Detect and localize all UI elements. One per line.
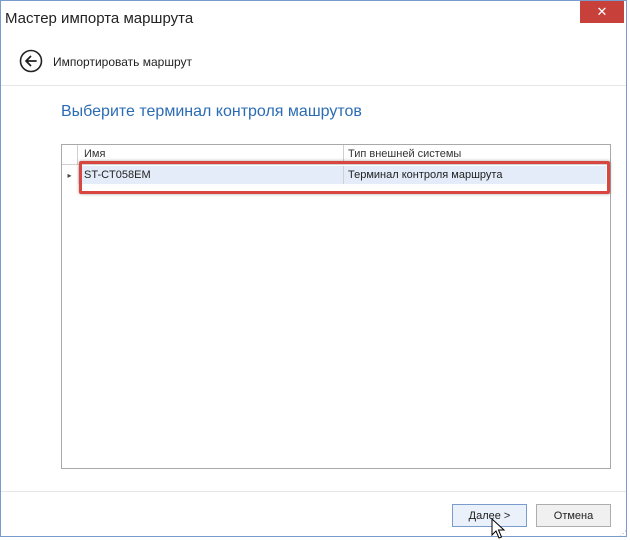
page-heading: Выберите терминал контроля машрутов <box>61 103 362 120</box>
column-header-name[interactable]: Имя <box>84 148 105 160</box>
close-button[interactable]: ✕ <box>580 1 624 23</box>
title-bar: Мастер импорта маршрута ✕ <box>1 1 626 38</box>
import-route-wizard-window: Мастер импорта маршрута ✕ Импортировать … <box>0 0 627 539</box>
row-indicator-icon: ▸ <box>67 170 72 180</box>
annotation-highlight-box <box>79 161 610 194</box>
window-title: Мастер импорта маршрута <box>5 10 194 27</box>
wizard-nav-bar: Импортировать маршрут <box>1 38 626 86</box>
next-button[interactable]: Далее > <box>452 504 527 527</box>
cancel-button[interactable]: Отмена <box>536 504 611 527</box>
wizard-step-title: Импортировать маршрут <box>53 55 192 69</box>
wizard-footer <box>1 491 626 538</box>
header-indicator-cell <box>62 145 78 164</box>
resize-grip-icon[interactable]: ⋰ <box>619 529 627 538</box>
mouse-pointer-icon <box>491 518 505 539</box>
column-header-system-type[interactable]: Тип внешней системы <box>348 148 461 160</box>
arrow-left-circle-icon[interactable] <box>19 49 43 73</box>
